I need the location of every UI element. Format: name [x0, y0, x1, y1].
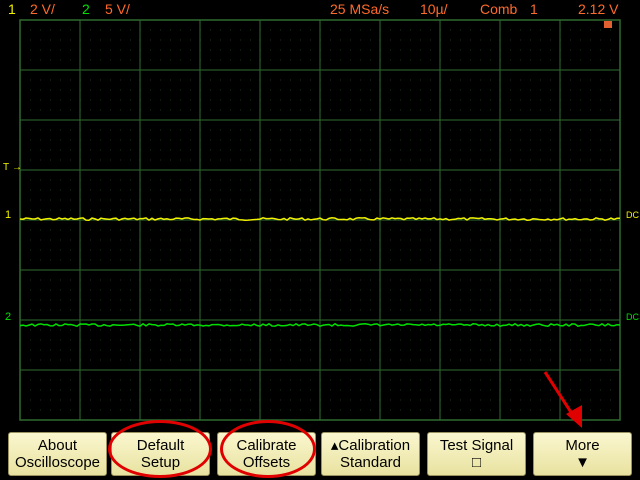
softkey-label: Setup — [140, 454, 181, 471]
ch2-coupling: DC — [626, 312, 639, 322]
softkey-label: More — [565, 437, 600, 454]
test-signal-button[interactable]: Test Signal □ — [427, 432, 526, 476]
softkey-label: About — [37, 437, 78, 454]
down-arrow-icon: ▼ — [575, 454, 590, 471]
softkey-label: ▴Calibration — [330, 437, 411, 454]
trigger-marker: T — [3, 162, 9, 173]
ch1-coupling: DC — [626, 210, 639, 220]
softkey-label: Oscilloscope — [14, 454, 101, 471]
softkey-label: Standard — [340, 454, 401, 471]
waveform-display: T → 1 2 DC DC — [3, 19, 639, 428]
checkbox-icon: □ — [471, 454, 482, 471]
more-button[interactable]: More ▼ — [533, 432, 632, 476]
softkey-label: Offsets — [242, 454, 291, 471]
about-oscilloscope-button[interactable]: About Oscilloscope — [8, 432, 107, 476]
calibrate-offsets-button[interactable]: Calibrate Offsets — [217, 432, 316, 476]
softkey-label: Default — [136, 437, 185, 454]
trigger-arrow-icon: → — [12, 162, 22, 173]
softkey-label: Calibrate — [236, 437, 297, 454]
calibration-standard-button[interactable]: ▴Calibration Standard — [321, 432, 420, 476]
softkey-bar: About Oscilloscope Default Setup Calibra… — [0, 428, 640, 480]
ch1-ground-marker: 1 — [5, 209, 11, 221]
trigger-position-icon — [604, 21, 612, 28]
ch2-ground-marker: 2 — [5, 311, 11, 323]
default-setup-button[interactable]: Default Setup — [111, 432, 210, 476]
softkey-label: Test Signal — [439, 437, 514, 454]
